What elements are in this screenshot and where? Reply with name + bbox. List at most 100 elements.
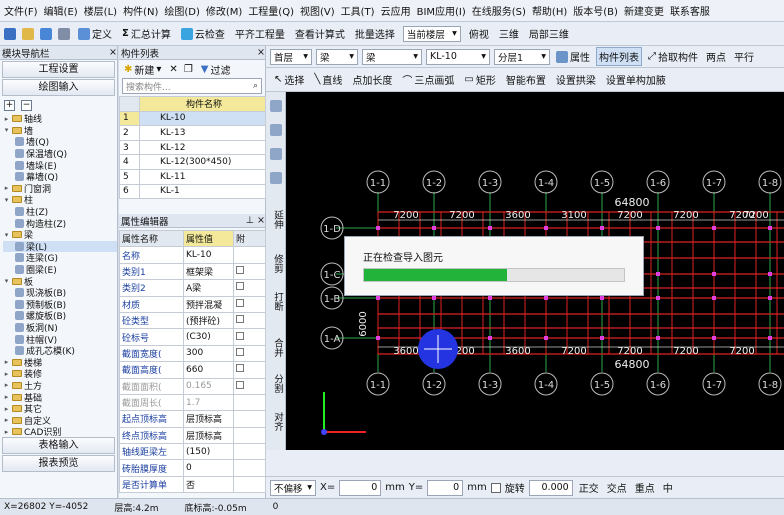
- property-row[interactable]: 名称 KL-10: [119, 246, 266, 264]
- tree-item[interactable]: ▾ 板: [3, 275, 117, 288]
- attach-checkbox[interactable]: [236, 347, 244, 356]
- menu-item[interactable]: 修改(M): [206, 3, 242, 18]
- report-preview-button[interactable]: 报表预览: [2, 455, 115, 472]
- rotate-checkbox[interactable]: [490, 482, 501, 493]
- table-row[interactable]: 5 KL-11: [119, 168, 266, 185]
- tree-item[interactable]: ▸ 自定义: [3, 414, 117, 427]
- tree-item[interactable]: 柱帽(V): [3, 333, 117, 346]
- tree-item[interactable]: ▸ 门窗洞: [3, 183, 117, 195]
- tree-item[interactable]: 预制板(B): [3, 299, 117, 311]
- open-file-icon[interactable]: [22, 27, 34, 40]
- property-row[interactable]: 砼标号 (C30): [119, 328, 266, 346]
- tree-item[interactable]: 成孔芯模(K): [3, 345, 117, 357]
- menu-item[interactable]: 工程量(Q): [248, 3, 294, 18]
- ortho-button[interactable]: 正交: [577, 479, 601, 496]
- pin-icon[interactable]: ⊥ ×: [246, 215, 265, 226]
- tree-item[interactable]: ▸ 装修: [3, 368, 117, 381]
- tree-item[interactable]: 保温墙(Q): [3, 148, 117, 160]
- tree-item[interactable]: 柱(Z): [3, 206, 117, 218]
- menu-item[interactable]: 在线服务(S): [472, 3, 526, 18]
- chevron-right-icon[interactable]: ▸: [3, 381, 10, 389]
- sidebar-tool[interactable]: 对齐: [270, 412, 284, 431]
- point-length-button[interactable]: 点加长度: [350, 71, 394, 88]
- property-row[interactable]: 起点顶标高 层顶标高: [119, 410, 266, 428]
- property-value[interactable]: KL-10: [183, 246, 234, 264]
- table-row[interactable]: 3 KL-12: [119, 139, 266, 156]
- pick-component-button[interactable]: ⤢ 拾取构件: [646, 48, 700, 65]
- property-row[interactable]: 砼类型 (预拌砼): [119, 311, 266, 330]
- edit-tool-icon[interactable]: [270, 124, 282, 136]
- tree-item[interactable]: ▸ CAD识别: [3, 426, 117, 439]
- property-row[interactable]: 砖胎膜厚度 0: [119, 459, 266, 477]
- top-view-button[interactable]: 俯视: [467, 25, 491, 42]
- save-icon[interactable]: [40, 27, 52, 40]
- menu-item[interactable]: BIM应用(I): [417, 3, 466, 18]
- property-value[interactable]: 框架梁: [183, 262, 234, 281]
- property-value[interactable]: (150): [183, 443, 234, 461]
- tree-item[interactable]: 梁(L): [3, 240, 117, 253]
- sidebar-tool[interactable]: 打断: [270, 292, 284, 311]
- table-row[interactable]: 1 KL-10: [119, 110, 266, 127]
- tree-item[interactable]: 构造柱(Z): [3, 217, 117, 230]
- menu-item[interactable]: 新建变更: [624, 3, 664, 18]
- intersection-button[interactable]: 交点: [605, 479, 629, 496]
- chevron-right-icon[interactable]: ▸: [3, 115, 10, 123]
- floor-combo[interactable]: 首层 ▾: [270, 48, 312, 65]
- property-row[interactable]: 是否计算单否: [119, 475, 266, 494]
- table-input-button[interactable]: 表格输入: [2, 437, 115, 454]
- tree-item[interactable]: 连梁(G): [3, 252, 117, 264]
- copy-icon[interactable]: ❐: [184, 64, 193, 75]
- menu-item[interactable]: 编辑(E): [44, 3, 78, 18]
- collapse-all-icon[interactable]: −: [21, 99, 32, 111]
- tree-item[interactable]: ▸ 其它: [3, 403, 117, 416]
- tree-item[interactable]: ▸ 轴线: [3, 113, 117, 126]
- close-icon[interactable]: ×: [109, 47, 117, 58]
- menu-item[interactable]: 楼层(L): [84, 3, 117, 18]
- attach-checkbox[interactable]: [236, 298, 244, 307]
- edit-tool-icon[interactable]: [270, 148, 282, 160]
- tree-item[interactable]: ▸ 基础: [3, 391, 117, 404]
- property-row[interactable]: 类别2 A梁: [119, 279, 266, 297]
- tree-item[interactable]: 幕墙(Q): [3, 171, 117, 183]
- table-row[interactable]: 6 KL-1: [119, 183, 266, 200]
- tree-item[interactable]: 现浇板(B): [3, 287, 117, 299]
- property-row[interactable]: 截面面积(0.165: [119, 377, 266, 395]
- sidebar-tool[interactable]: 分割: [270, 374, 284, 393]
- local-3d-button[interactable]: 局部三维: [527, 25, 571, 42]
- tree-item[interactable]: 板洞(N): [3, 322, 117, 334]
- property-row[interactable]: 终点顶标高 层顶标高: [119, 426, 266, 445]
- property-value[interactable]: 660: [183, 361, 234, 379]
- set-arch-button[interactable]: 设置拱梁: [554, 71, 598, 88]
- menu-item[interactable]: 文件(F): [4, 3, 38, 18]
- attach-checkbox[interactable]: [236, 364, 244, 373]
- two-points-button[interactable]: 两点: [704, 48, 728, 65]
- center-button[interactable]: 中: [661, 479, 675, 496]
- new-component-button[interactable]: ✱ 新建 ▾: [122, 61, 163, 78]
- chevron-right-icon[interactable]: ▸: [3, 393, 10, 401]
- property-row[interactable]: 轴线距梁左 (150): [119, 443, 266, 461]
- property-row[interactable]: 类别1 框架梁: [119, 262, 266, 281]
- menu-item[interactable]: 工具(T): [341, 3, 375, 18]
- menu-item[interactable]: 版本号(B): [573, 3, 618, 18]
- expand-all-icon[interactable]: +: [4, 99, 15, 111]
- draw-input-button[interactable]: 绘图输入: [2, 79, 115, 96]
- chevron-down-icon[interactable]: ▾: [3, 126, 10, 134]
- property-value[interactable]: (C30): [183, 328, 234, 346]
- chevron-down-icon[interactable]: ▾: [3, 277, 10, 285]
- menu-item[interactable]: 构件(N): [123, 3, 158, 18]
- property-row[interactable]: 截面周长(1.7: [119, 393, 266, 412]
- select-button[interactable]: ↖ 选择: [272, 71, 306, 88]
- attach-checkbox[interactable]: [236, 265, 244, 274]
- search-box[interactable]: 搜索构件... ⌕: [122, 78, 262, 94]
- tree-item[interactable]: ▾ 柱: [3, 194, 117, 207]
- menu-item[interactable]: 视图(V): [300, 3, 335, 18]
- set-haunch-button[interactable]: 设置单构加腋: [604, 71, 668, 88]
- chevron-down-icon[interactable]: ▾: [3, 196, 10, 204]
- property-value[interactable]: 0: [183, 459, 234, 477]
- arc-button[interactable]: ⌒ 三点画弧: [400, 71, 456, 88]
- tree-item[interactable]: 圈梁(E): [3, 264, 117, 276]
- tree-item[interactable]: 螺旋板(B): [3, 310, 117, 322]
- undo-icon[interactable]: [58, 27, 70, 40]
- property-value[interactable]: 否: [183, 475, 234, 494]
- y-input[interactable]: 0: [427, 479, 464, 496]
